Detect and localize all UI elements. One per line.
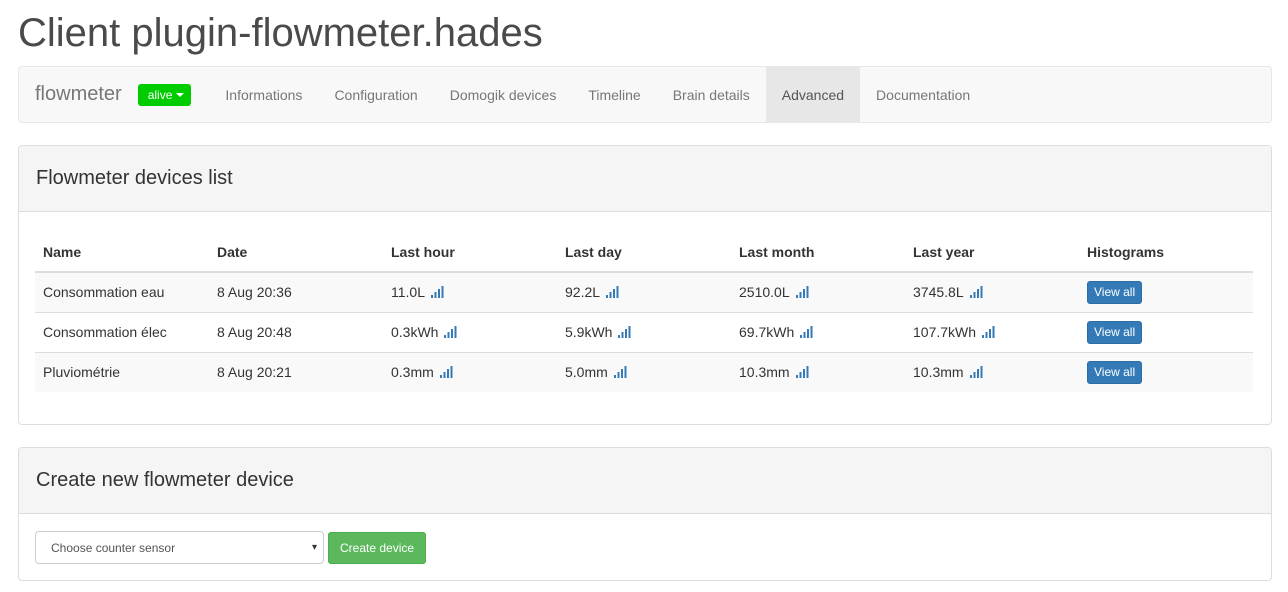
nav-advanced[interactable]: Advanced (765, 67, 861, 122)
signal-bars-icon[interactable] (795, 366, 809, 379)
view-all-button[interactable]: View all (1087, 320, 1143, 344)
select-arrow-icon: ▾ (311, 542, 317, 553)
navbar-brand[interactable]: flowmeter (19, 67, 138, 122)
devices-panel-title: Flowmeter devices list (19, 146, 1271, 212)
table-row: Consommation eau 8 Aug 20:36 11.0L 92.2L 251… (35, 271, 1253, 312)
signal-bars-icon[interactable] (982, 326, 995, 338)
cell-histograms: View all (1079, 311, 1253, 352)
nav-documentation[interactable]: Documentation (860, 67, 986, 122)
cell-last-hour: 11.0L (383, 271, 557, 312)
last-month-value: 10.3mm (739, 364, 790, 381)
view-all-button[interactable]: View all (1087, 360, 1143, 384)
cell-last-hour: 0.3kWh (383, 311, 557, 352)
signal-bars-icon[interactable] (606, 286, 619, 299)
column-header-last-hour: Last hour (383, 232, 557, 273)
cell-histograms: View all (1079, 271, 1253, 312)
last-hour-value: 0.3kWh (391, 324, 439, 340)
cell-last-month: 2510.0L (731, 271, 905, 312)
view-all-button[interactable]: View all (1087, 280, 1143, 304)
create-panel: Create new flowmeter device Choose count… (18, 447, 1272, 581)
signal-bars-icon[interactable] (613, 366, 627, 379)
table-header-row: Name Date Last hour Last day Last month … (35, 232, 1253, 273)
cell-name: Consommation élec (35, 311, 209, 352)
last-month-value: 69.7kWh (739, 324, 795, 340)
last-month-value: 2510.0L (739, 284, 790, 301)
cell-name: Consommation eau (35, 271, 209, 312)
cell-histograms: View all (1079, 351, 1253, 392)
cell-last-month: 10.3mm (731, 351, 905, 392)
table-row: Consommation élec 8 Aug 20:48 0.3kWh 5.9kWh… (35, 311, 1253, 352)
cell-last-year: 10.3mm (905, 351, 1079, 392)
cell-last-month: 69.7kWh (731, 311, 905, 352)
signal-bars-icon[interactable] (800, 326, 813, 338)
last-day-value: 5.0mm (565, 364, 608, 381)
device-name: Consommation eau (43, 284, 165, 301)
cell-last-day: 5.9kWh (557, 311, 731, 352)
device-date: 8 Aug 20:36 (217, 284, 292, 301)
column-header-last-year: Last year (905, 232, 1079, 273)
cell-date: 8 Aug 20:36 (209, 271, 383, 312)
signal-bars-icon[interactable] (618, 326, 631, 338)
cell-last-day: 5.0mm (557, 351, 731, 392)
signal-bars-icon[interactable] (969, 366, 983, 379)
last-hour-value: 11.0L (391, 284, 425, 301)
cell-name: Pluviométrie (35, 351, 209, 392)
signal-bars-icon[interactable] (439, 366, 453, 379)
column-header-date: Date (209, 232, 383, 273)
plugin-navbar: flowmeter alive Informations Configurati… (18, 66, 1272, 123)
nav-domogik-devices[interactable]: Domogik devices (434, 67, 573, 122)
cell-last-hour: 0.3mm (383, 351, 557, 392)
nav-brain-details[interactable]: Brain details (657, 67, 766, 122)
devices-panel: Flowmeter devices list Name Date Last ho… (18, 145, 1272, 425)
nav-configuration[interactable]: Configuration (318, 67, 433, 122)
column-header-name: Name (35, 232, 209, 273)
signal-bars-icon[interactable] (969, 286, 983, 299)
page-title: Client plugin-flowmeter.hades (18, 11, 543, 55)
device-name: Pluviométrie (43, 364, 121, 381)
cell-date: 8 Aug 20:21 (209, 351, 383, 392)
last-year-value: 10.3mm (913, 364, 964, 381)
last-day-value: 92.2L (565, 284, 601, 301)
nav-informations[interactable]: Informations (209, 67, 318, 122)
cell-last-year: 107.7kWh (905, 311, 1079, 352)
cell-date: 8 Aug 20:48 (209, 311, 383, 352)
counter-sensor-select-value: Choose counter sensor (51, 540, 176, 555)
create-panel-title: Create new flowmeter device (19, 448, 1271, 514)
last-day-value: 5.9kWh (565, 324, 613, 340)
create-device-button[interactable]: Create device (328, 531, 427, 564)
nav-timeline[interactable]: Timeline (572, 67, 656, 122)
table-row: Pluviométrie 8 Aug 20:21 0.3mm 5.0mm 10.3mm 1… (35, 351, 1253, 392)
status-label: alive (147, 87, 173, 102)
signal-bars-icon[interactable] (431, 286, 444, 299)
counter-sensor-select[interactable]: Choose counter sensor ▾ (35, 531, 324, 564)
create-form: Choose counter sensor ▾ Create device (19, 514, 1271, 581)
last-hour-value: 0.3mm (391, 364, 434, 381)
signal-bars-icon[interactable] (795, 286, 809, 299)
devices-table: Name Date Last hour Last day Last month … (35, 232, 1253, 392)
device-date: 8 Aug 20:48 (217, 324, 292, 340)
cell-last-year: 3745.8L (905, 271, 1079, 312)
column-header-histograms: Histograms (1079, 232, 1253, 273)
status-dropdown-button[interactable]: alive (137, 83, 192, 106)
signal-bars-icon[interactable] (444, 326, 457, 338)
last-year-value: 3745.8L (913, 284, 964, 301)
last-year-value: 107.7kWh (913, 324, 977, 340)
column-header-last-day: Last day (557, 232, 731, 273)
column-header-last-month: Last month (731, 232, 905, 273)
device-date: 8 Aug 20:21 (217, 364, 292, 381)
device-name: Consommation élec (43, 324, 167, 340)
cell-last-day: 92.2L (557, 271, 731, 312)
caret-down-icon (176, 92, 185, 97)
